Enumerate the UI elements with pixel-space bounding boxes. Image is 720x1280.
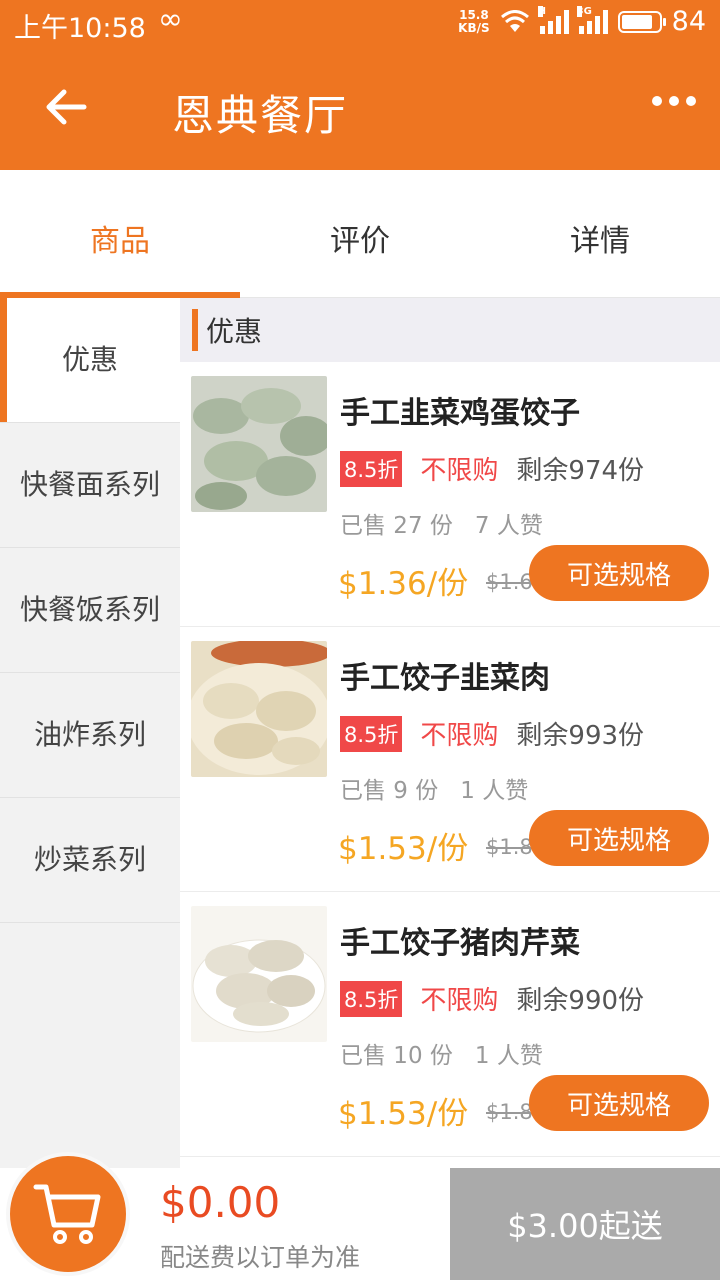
tab-products[interactable]: 商品 bbox=[0, 216, 240, 260]
product-tags: 8.5折 不限购 剩余990份 bbox=[340, 980, 644, 1017]
product-price: $1.53/份 bbox=[338, 1096, 469, 1132]
product-image bbox=[191, 906, 327, 1042]
purchase-limit: 不限购 bbox=[420, 986, 499, 1016]
product-price: $1.36/份 bbox=[338, 566, 469, 602]
like-count: 1 人赞 bbox=[474, 1043, 543, 1069]
page-title: 恩典餐厅 bbox=[172, 91, 349, 140]
product-list: 优惠 手工韭菜鸡蛋饺子 8.5折 不限购 剩余974份 已售 27 份 7 人赞… bbox=[180, 298, 720, 1168]
product-item[interactable]: 手工饺子猪肉芹菜 8.5折 不限购 剩余990份 已售 10 份 1 人赞 $1… bbox=[180, 892, 720, 1157]
sold-count: 已售 10 份 bbox=[340, 1043, 453, 1069]
product-image bbox=[191, 376, 327, 512]
min-order-button[interactable]: $3.00起送 bbox=[450, 1168, 720, 1280]
product-name: 手工饺子猪肉芹菜 bbox=[340, 926, 580, 961]
signal-type-label-2: 3G bbox=[576, 5, 592, 17]
signal-icon-2: 3G bbox=[576, 5, 608, 34]
product-tags: 8.5折 不限购 剩余974份 bbox=[340, 450, 644, 487]
sold-count: 已售 9 份 bbox=[340, 778, 439, 804]
product-item[interactable]: 手工饺子韭菜肉 8.5折 不限购 剩余993份 已售 9 份 1 人赞 $1.5… bbox=[180, 627, 720, 892]
select-spec-button[interactable]: 可选规格 bbox=[529, 1075, 709, 1131]
product-stats: 已售 27 份 7 人赞 bbox=[340, 506, 543, 540]
battery-level: 84 bbox=[671, 6, 706, 37]
wifi-icon bbox=[500, 9, 529, 32]
product-name: 手工饺子韭菜肉 bbox=[340, 661, 550, 696]
discount-badge: 8.5折 bbox=[340, 980, 403, 1017]
sold-count: 已售 27 份 bbox=[340, 513, 453, 539]
select-spec-button[interactable]: 可选规格 bbox=[529, 810, 709, 866]
purchase-limit: 不限购 bbox=[420, 456, 499, 486]
like-count: 1 人赞 bbox=[460, 778, 529, 804]
product-item[interactable]: 手工韭菜鸡蛋饺子 8.5折 不限购 剩余974份 已售 27 份 7 人赞 $1… bbox=[180, 362, 720, 627]
net-speed: 15.8 KB/S bbox=[458, 7, 490, 35]
signal-icon: H bbox=[537, 5, 569, 34]
status-indicators: 15.8 KB/S H 3G 84 bbox=[458, 5, 706, 37]
sidebar-item-fast-noodles[interactable]: 快餐面系列 bbox=[0, 423, 180, 548]
sidebar-item-fast-rice[interactable]: 快餐饭系列 bbox=[0, 548, 180, 673]
product-stats: 已售 10 份 1 人赞 bbox=[340, 1036, 543, 1070]
shopping-cart-icon bbox=[33, 1184, 101, 1244]
product-image bbox=[191, 641, 327, 777]
cart-bar: $0.00 配送费以订单为准 $3.00起送 bbox=[0, 1152, 720, 1280]
app-header: 恩典餐厅 bbox=[0, 46, 720, 170]
tab-bar: 商品 评价 详情 bbox=[0, 170, 720, 298]
select-spec-button[interactable]: 可选规格 bbox=[529, 545, 709, 601]
like-count: 7 人赞 bbox=[474, 513, 543, 539]
product-name: 手工韭菜鸡蛋饺子 bbox=[340, 396, 580, 431]
net-speed-value: 15.8 bbox=[459, 7, 489, 22]
section-title: 优惠 bbox=[206, 315, 263, 348]
tab-reviews[interactable]: 评价 bbox=[240, 216, 480, 260]
net-speed-unit: KB/S bbox=[458, 20, 490, 35]
discount-badge: 8.5折 bbox=[340, 715, 403, 752]
section-marker bbox=[192, 309, 198, 351]
stock-remaining: 剩余974份 bbox=[516, 456, 645, 486]
signal-type-label: H bbox=[537, 5, 547, 17]
product-price: $1.53/份 bbox=[338, 831, 469, 867]
infinity-icon: ∞ bbox=[158, 2, 183, 37]
delivery-fee-note: 配送费以订单为准 bbox=[160, 1243, 361, 1272]
sidebar-item-fried[interactable]: 油炸系列 bbox=[0, 673, 180, 798]
category-sidebar: 优惠 快餐面系列 快餐饭系列 油炸系列 炒菜系列 bbox=[0, 298, 180, 1168]
battery-icon bbox=[617, 10, 666, 33]
back-arrow-icon[interactable] bbox=[40, 82, 90, 132]
stock-remaining: 剩余990份 bbox=[516, 986, 645, 1016]
cart-total: $0.00 bbox=[160, 1178, 281, 1227]
more-options-icon[interactable] bbox=[652, 96, 696, 106]
status-time: 上午10:58 bbox=[14, 13, 146, 44]
cart-button[interactable] bbox=[6, 1152, 130, 1276]
status-bar: 上午10:58 ∞ 15.8 KB/S H 3G 84 bbox=[0, 0, 720, 46]
product-tags: 8.5折 不限购 剩余993份 bbox=[340, 715, 644, 752]
stock-remaining: 剩余993份 bbox=[516, 721, 645, 751]
sidebar-item-stir-fry[interactable]: 炒菜系列 bbox=[0, 798, 180, 923]
discount-badge: 8.5折 bbox=[340, 450, 403, 487]
product-stats: 已售 9 份 1 人赞 bbox=[340, 771, 528, 805]
section-header: 优惠 bbox=[180, 298, 720, 362]
purchase-limit: 不限购 bbox=[420, 721, 499, 751]
tab-details[interactable]: 详情 bbox=[480, 216, 720, 260]
sidebar-item-discount[interactable]: 优惠 bbox=[0, 298, 180, 423]
